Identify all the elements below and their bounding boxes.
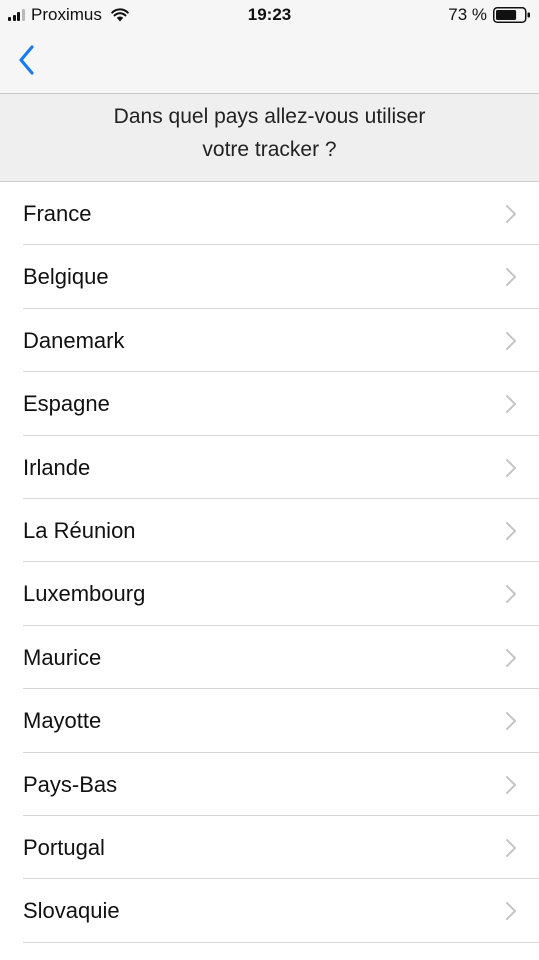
country-label: Maurice	[23, 644, 102, 670]
country-label: France	[23, 201, 92, 226]
country-label: Slovaquie	[23, 898, 120, 924]
back-button[interactable]	[6, 38, 46, 82]
battery-icon	[493, 7, 530, 23]
country-label: Luxembourg	[23, 581, 146, 607]
country-label: Irlande	[23, 454, 91, 480]
chevron-right-icon	[506, 585, 516, 604]
country-label: Belgique	[23, 264, 109, 290]
country-list: France Belgique Danemark Espagne Irlande La R…	[0, 182, 539, 944]
chevron-right-icon	[506, 458, 516, 477]
chevron-right-icon	[506, 902, 516, 921]
battery-percentage: 73 %	[448, 5, 487, 24]
country-list-item[interactable]: Belgique	[0, 245, 539, 310]
country-list-item[interactable]: Mayotte	[0, 689, 539, 753]
chevron-right-icon	[506, 712, 516, 731]
chevron-right-icon	[506, 395, 516, 414]
country-label: Danemark	[23, 327, 125, 353]
country-list-item[interactable]: Espagne	[0, 372, 539, 436]
chevron-right-icon	[506, 205, 516, 223]
country-list-item[interactable]: France	[0, 182, 539, 246]
status-bar: Proximus 19:23 73 %	[0, 0, 539, 30]
chevron-right-icon	[506, 648, 516, 667]
navigation-bar	[0, 30, 539, 93]
country-label: Pays-Bas	[23, 771, 118, 797]
country-list-item[interactable]: Luxembourg	[0, 562, 539, 627]
country-label: Portugal	[23, 834, 105, 860]
question-title: Dans quel pays allez-vous utiliser votre…	[113, 105, 426, 161]
country-list-item[interactable]: Portugal	[0, 816, 539, 880]
country-list-item[interactable]: Maurice	[0, 626, 539, 690]
country-list-item[interactable]: Pays-Bas	[0, 753, 539, 817]
country-label: Espagne	[23, 391, 110, 417]
status-right: 73 %	[448, 5, 531, 25]
chevron-left-icon	[19, 45, 34, 75]
chevron-right-icon	[506, 268, 516, 287]
country-label: La Réunion	[23, 517, 136, 543]
country-list-item[interactable]: Slovaquie	[0, 879, 539, 944]
chevron-right-icon	[506, 331, 516, 350]
chevron-right-icon	[506, 775, 516, 794]
chevron-right-icon	[506, 838, 516, 857]
chevron-right-icon	[506, 521, 516, 540]
country-list-item[interactable]: Irlande	[0, 436, 539, 500]
country-label: Mayotte	[23, 708, 102, 734]
question-header: Dans quel pays allez-vous utiliser votre…	[0, 94, 539, 182]
country-list-item[interactable]: Danemark	[0, 309, 539, 373]
country-list-item[interactable]: La Réunion	[0, 499, 539, 563]
